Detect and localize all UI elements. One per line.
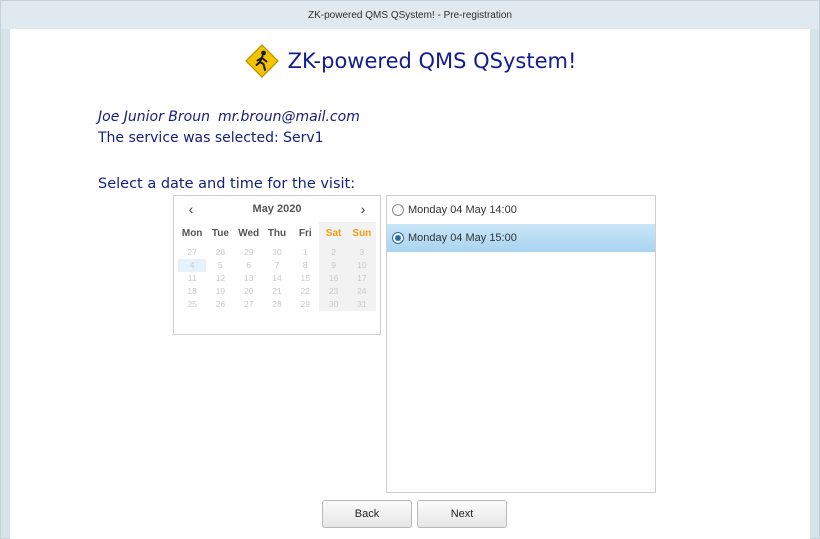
weekday-header: Wed — [238, 228, 260, 239]
page-title: ZK-powered QMS QSystem! — [287, 49, 577, 73]
calendar-day: 6 — [246, 260, 252, 270]
time-slot-label: Monday 04 May 15:00 — [408, 232, 517, 244]
radio-button[interactable] — [392, 232, 404, 244]
calendar-day: 23 — [319, 285, 348, 298]
weekday-header: Tue — [211, 228, 229, 239]
calendar-day: 17 — [347, 272, 376, 285]
calendar-day: 25 — [187, 299, 197, 309]
pedestrian-sign-icon — [244, 44, 279, 78]
calendar-day: 30 — [319, 298, 348, 311]
calendar-day: 18 — [187, 286, 197, 296]
calendar-day: 29 — [300, 299, 311, 309]
weekday-header: Fri — [298, 228, 312, 239]
calendar-day: 27 — [243, 299, 254, 309]
calendar-day: 4 — [178, 259, 207, 272]
calendar-grid: Mon Tue Wed Thu Fri Sat Sun 27 28 29 30 1 2 3 4 5 6 7 8 9 10… — [174, 222, 380, 311]
time-slot-list: Monday 04 May 14:00 Monday 04 May 15:00 — [386, 195, 656, 493]
calendar-next-icon[interactable]: › — [356, 201, 370, 217]
calendar-month-label[interactable]: May 2020 — [253, 203, 302, 215]
calendar-day: 20 — [243, 286, 254, 296]
calendar-day: 8 — [302, 260, 308, 270]
calendar-day: 7 — [274, 260, 280, 270]
calendar-day: 30 — [272, 247, 282, 257]
calendar-day: 16 — [319, 272, 348, 285]
window-title: ZK-powered QMS QSystem! - Pre-registrati… — [1, 1, 819, 29]
calendar-day: 12 — [215, 273, 226, 283]
calendar-day: 24 — [347, 285, 376, 298]
calendar-day: 10 — [347, 259, 376, 272]
calendar-day: 5 — [218, 260, 223, 270]
weekday-header: Mon — [181, 228, 203, 239]
calendar-day: 11 — [187, 273, 197, 283]
app-window: ZK-powered QMS QSystem! - Pre-registrati… — [0, 0, 820, 539]
weekday-header: Sat — [319, 222, 348, 246]
weekday-header: Sun — [347, 222, 376, 246]
back-button[interactable]: Back — [322, 500, 412, 528]
calendar-day: 19 — [215, 286, 226, 296]
time-slot-option[interactable]: Monday 04 May 14:00 — [387, 196, 655, 224]
calendar-day: 31 — [347, 298, 376, 311]
calendar-day: 22 — [300, 286, 311, 296]
page-header: ZK-powered QMS QSystem! — [10, 41, 810, 81]
calendar-day: 3 — [347, 246, 376, 259]
time-slot-option[interactable]: Monday 04 May 15:00 — [387, 224, 655, 252]
calendar-day: 14 — [272, 273, 282, 283]
date-time-prompt: Select a date and time for the visit: — [98, 176, 356, 192]
time-slot-label: Monday 04 May 14:00 — [408, 204, 517, 216]
user-info: Joe Junior Broun mr.broun@mail.com — [98, 109, 360, 125]
user-email: mr.broun@mail.com — [217, 109, 360, 125]
calendar-day: 1 — [302, 247, 308, 257]
calendar-day: 13 — [243, 273, 254, 283]
calendar-day: 9 — [319, 259, 348, 272]
calendar-day: 28 — [215, 247, 226, 257]
calendar-day: 26 — [215, 299, 226, 309]
main-content: ZK-powered QMS QSystem! Joe Junior Broun… — [10, 29, 810, 539]
next-button[interactable]: Next — [417, 500, 507, 528]
calendar-prev-icon[interactable]: ‹ — [184, 201, 198, 217]
calendar-day: 2 — [319, 246, 348, 259]
selected-service: The service was selected: Serv1 — [98, 130, 324, 146]
calendar-day: 29 — [243, 247, 254, 257]
weekday-header: Thu — [267, 228, 287, 239]
calendar-day: 21 — [272, 286, 282, 296]
calendar-header: ‹ May 2020 › — [174, 196, 380, 222]
calendar-day: 27 — [187, 247, 197, 257]
radio-button[interactable] — [392, 204, 404, 216]
user-name: Joe Junior Broun — [98, 109, 210, 125]
calendar-day: 15 — [300, 273, 311, 283]
calendar-day: 28 — [272, 299, 282, 309]
date-calendar: ‹ May 2020 › Mon Tue Wed Thu Fri Sat Sun 27 28 29… — [173, 195, 381, 335]
